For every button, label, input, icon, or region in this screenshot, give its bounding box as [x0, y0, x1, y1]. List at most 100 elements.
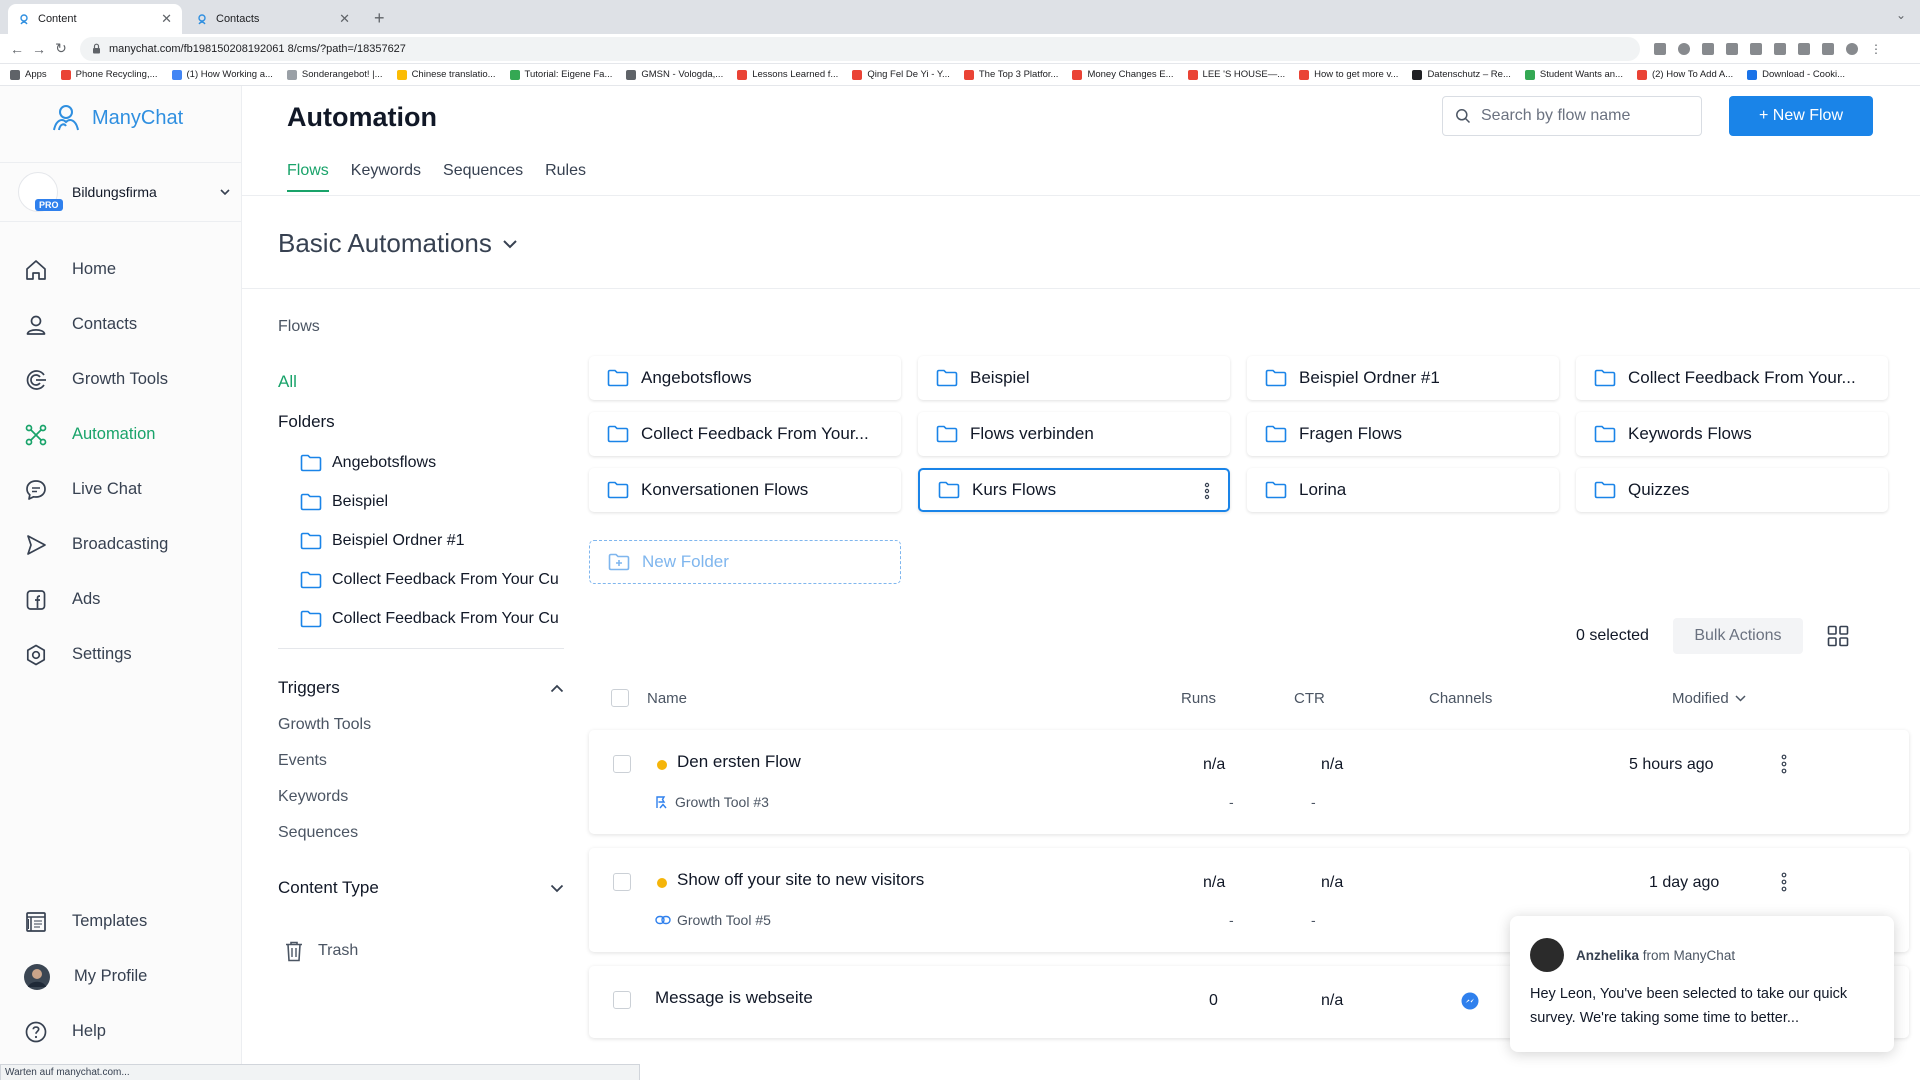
bookmark-item[interactable]: The Top 3 Platfor... [963, 69, 1058, 80]
sidebar-item-growth-tools[interactable]: Growth Tools [0, 352, 242, 407]
folder-card[interactable]: Konversationen Flows [589, 468, 901, 512]
folder-link[interactable]: Beispiel [300, 493, 568, 511]
folder-card[interactable]: Beispiel Ordner #1 [1247, 356, 1559, 400]
column-ctr[interactable]: CTR [1294, 690, 1325, 707]
trigger-filter-events[interactable]: Events [278, 752, 327, 770]
select-all-checkbox[interactable] [611, 689, 629, 707]
row-menu-icon[interactable] [1781, 872, 1787, 892]
folder-card[interactable]: Collect Feedback From Your... [589, 412, 901, 456]
row-menu-icon[interactable] [1781, 754, 1787, 774]
folder-selector[interactable]: Basic Automations [278, 228, 518, 259]
sidebar-item-my-profile[interactable]: My Profile [0, 949, 242, 1004]
folder-card[interactable]: Quizzes [1576, 468, 1888, 512]
new-tab-icon[interactable]: + [374, 8, 385, 29]
brand-logo[interactable]: ManyChat [48, 100, 183, 136]
trigger-filter-keywords[interactable]: Keywords [278, 788, 348, 806]
row-checkbox[interactable] [613, 991, 631, 1009]
folder-card[interactable]: Keywords Flows [1576, 412, 1888, 456]
puzzle-icon[interactable] [1774, 42, 1786, 55]
trash-link[interactable]: Trash [284, 940, 358, 962]
bookmark-item[interactable]: Student Wants an... [1524, 69, 1623, 80]
sidebar-item-contacts[interactable]: Contacts [0, 297, 242, 352]
sidebar-item-home[interactable]: Home [0, 242, 242, 297]
folder-link[interactable]: Collect Feedback From Your Cu [300, 610, 568, 628]
new-flow-button[interactable]: + New Flow [1729, 96, 1873, 136]
bulk-actions-button[interactable]: Bulk Actions [1672, 618, 1803, 654]
folder-link[interactable]: Collect Feedback From Your Cu [300, 571, 568, 589]
sidebar-item-live-chat[interactable]: Live Chat [0, 462, 242, 517]
sidebar-item-automation[interactable]: Automation [0, 407, 242, 462]
trigger-filter-growth-tools[interactable]: Growth Tools [278, 716, 371, 734]
grid-view-icon[interactable] [1827, 625, 1849, 647]
folder-card[interactable]: Flows verbinden [918, 412, 1230, 456]
menu-dots-icon[interactable]: ⋮ [1870, 42, 1882, 56]
profile-avatar[interactable] [1846, 42, 1858, 55]
forward-icon[interactable]: → [28, 41, 50, 57]
sidebar-item-help[interactable]: Help [0, 1004, 242, 1059]
flow-name[interactable]: Show off your site to new visitors [677, 870, 924, 890]
folder-card[interactable]: Collect Feedback From Your... [1576, 356, 1888, 400]
tab-flows[interactable]: Flows [287, 162, 329, 192]
media-icon[interactable] [1798, 42, 1810, 55]
tab-keywords[interactable]: Keywords [351, 162, 421, 192]
bookmark-item[interactable]: (1) How Working a... [171, 69, 273, 80]
bookmark-item[interactable]: (2) How To Add A... [1636, 69, 1733, 80]
folder-link[interactable]: Beispiel Ordner #1 [300, 532, 568, 550]
folder-link[interactable]: Angebotsflows [300, 454, 568, 472]
content-type-toggle[interactable]: Content Type [278, 878, 564, 898]
folder-card[interactable]: Lorina [1247, 468, 1559, 512]
chevron-down-icon[interactable]: ⌄ [1896, 8, 1906, 22]
sidebar-item-settings[interactable]: Settings [0, 627, 242, 682]
folder-card[interactable]: Fragen Flows [1247, 412, 1559, 456]
folder-card[interactable]: Kurs Flows [918, 468, 1230, 512]
back-icon[interactable]: ← [6, 41, 28, 57]
bookmark-item[interactable]: Sonderangebot! |... [286, 69, 383, 80]
bookmark-item[interactable]: GMSN - Vologda,... [626, 69, 723, 80]
bookmark-item[interactable]: LEE 'S HOUSE—... [1187, 69, 1285, 80]
bookmark-item[interactable]: Qing Fel De Yi - Y... [852, 69, 950, 80]
sidebar-item-broadcasting[interactable]: Broadcasting [0, 517, 242, 572]
flow-name[interactable]: Den ersten Flow [677, 752, 801, 772]
bookmark-item[interactable]: Money Changes E... [1072, 69, 1174, 80]
close-icon[interactable]: ✕ [161, 11, 172, 27]
bookmark-item[interactable]: Apps [10, 69, 47, 80]
column-modified-sort[interactable]: Modified [1672, 690, 1746, 707]
address-bar[interactable]: manychat.com/fb198150208192061 8/cms/?pa… [80, 36, 1640, 61]
bookmark-item[interactable]: Download - Cooki... [1747, 69, 1845, 80]
browser-tab-contacts[interactable]: Contacts ✕ [186, 4, 360, 34]
row-checkbox[interactable] [613, 873, 631, 891]
trigger-filter-sequences[interactable]: Sequences [278, 824, 358, 842]
bookmark-item[interactable]: Phone Recycling,... [60, 69, 158, 80]
close-icon[interactable]: ✕ [339, 11, 350, 27]
flow-trigger[interactable]: Growth Tool #3 [655, 794, 769, 810]
bookmark-item[interactable]: Datenschutz – Re... [1412, 69, 1511, 80]
sidebar-item-ads[interactable]: Ads [0, 572, 242, 627]
folder-card[interactable]: Beispiel [918, 356, 1230, 400]
table-row[interactable]: Den ersten Flow Growth Tool #3 n/a n/a -… [589, 730, 1909, 834]
translate-icon[interactable] [1654, 42, 1666, 55]
zoom-icon[interactable] [1678, 42, 1690, 55]
reload-icon[interactable]: ↻ [50, 40, 72, 57]
bookmark-item[interactable]: Lessons Learned f... [737, 69, 838, 80]
triggers-toggle[interactable]: Triggers [278, 678, 564, 698]
tab-rules[interactable]: Rules [545, 162, 586, 192]
sidepanel-icon[interactable] [1822, 42, 1834, 55]
filter-all[interactable]: All [278, 372, 297, 392]
survey-chat-popup[interactable]: Anzhelika from ManyChat Hey Leon, You've… [1510, 916, 1894, 1052]
flow-trigger[interactable]: Growth Tool #5 [655, 912, 771, 928]
new-folder-button[interactable]: New Folder [589, 540, 901, 584]
folder-card[interactable]: Angebotsflows [589, 356, 901, 400]
flow-name[interactable]: Message is webseite [655, 988, 813, 1008]
flow-search[interactable] [1442, 96, 1702, 136]
column-name[interactable]: Name [647, 690, 687, 707]
column-runs[interactable]: Runs [1181, 690, 1216, 707]
tab-sequences[interactable]: Sequences [443, 162, 523, 192]
sidebar-item-templates[interactable]: Templates [0, 894, 242, 949]
bookmark-item[interactable]: Tutorial: Eigene Fa... [509, 69, 612, 80]
row-checkbox[interactable] [613, 755, 631, 773]
bookmark-item[interactable]: How to get more v... [1299, 69, 1398, 80]
account-switcher[interactable]: PRO Bildungsfirma [0, 162, 242, 222]
search-input[interactable] [1481, 107, 1681, 125]
star-icon[interactable] [1726, 42, 1738, 55]
folder-menu-icon[interactable] [1204, 482, 1210, 500]
